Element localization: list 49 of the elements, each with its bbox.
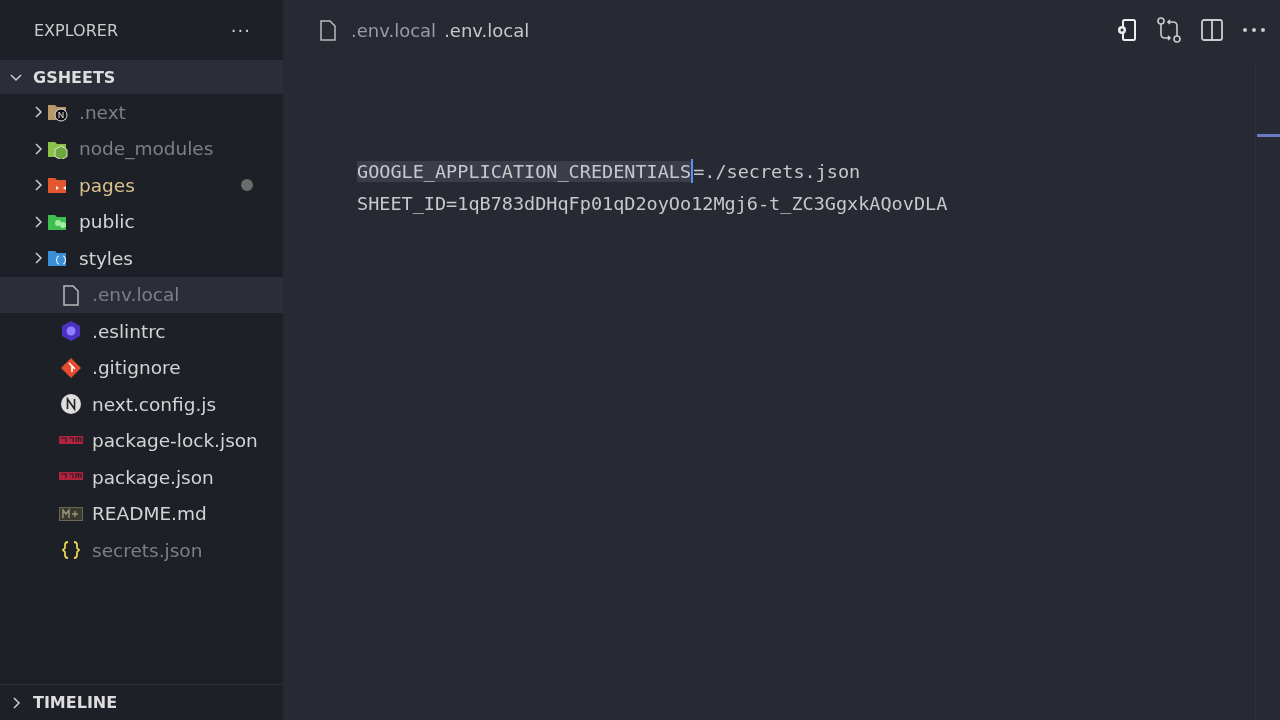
compare-icon[interactable] <box>1156 17 1182 43</box>
file-name: .env.local <box>92 284 180 306</box>
tree-item[interactable]: .gitignore <box>0 349 283 386</box>
panel-title: EXPLORER <box>34 20 118 40</box>
tree-item[interactable]: node_modules <box>0 130 283 167</box>
tree-item[interactable]: pages <box>0 167 283 204</box>
more-icon[interactable] <box>1242 26 1266 34</box>
folder-header[interactable]: GSHEETS <box>0 60 283 94</box>
file-name: secrets.json <box>92 539 203 561</box>
hexagon-icon <box>60 320 82 343</box>
file-icon <box>60 283 82 306</box>
text-cursor <box>691 159 694 183</box>
code-line: SHEET_ID=1qB783dDHqFp01qD2oyOo12Mgj6-t_ZC3GgxkAQovDLA <box>357 191 949 216</box>
tree-item[interactable]: styles <box>0 240 283 277</box>
file-name: package.json <box>92 466 214 488</box>
file-name: README.md <box>92 503 207 525</box>
braces-icon <box>60 539 82 562</box>
minimap-marker <box>1257 134 1280 137</box>
letter-circle-icon <box>60 393 82 416</box>
file-name: node_modules <box>79 138 214 160</box>
folder-icon <box>47 248 69 269</box>
folder-icon <box>47 175 69 196</box>
file-name: .eslintrc <box>92 320 166 342</box>
file-name: .next <box>79 101 126 123</box>
more-button[interactable]: ··· <box>224 18 257 42</box>
tree-item[interactable]: secrets.json <box>0 532 283 569</box>
tree-item[interactable]: next.config.js <box>0 386 283 423</box>
editor-tab[interactable]: .env.local <box>317 18 437 42</box>
tree-item[interactable]: .eslintrc <box>0 313 283 350</box>
tab-description: .env.local <box>444 19 530 41</box>
folder-icon <box>47 102 69 123</box>
file-name: next.config.js <box>92 393 217 415</box>
file-name: .gitignore <box>92 357 181 379</box>
tree-item[interactable]: package.json <box>0 459 283 496</box>
file-name: public <box>79 211 135 233</box>
tree-item[interactable]: README.md <box>0 495 283 532</box>
file-name: styles <box>79 247 133 269</box>
tree-item[interactable]: .next <box>0 94 283 131</box>
file-name: pages <box>79 174 135 196</box>
code-line: GOOGLE_APPLICATION_CREDENTIALS=./secrets.json <box>357 158 862 185</box>
tree-item[interactable]: public <box>0 203 283 240</box>
package-icon <box>59 472 83 483</box>
file-name: package-lock.json <box>92 430 258 452</box>
file-icon <box>317 18 339 42</box>
markdown-icon <box>59 506 83 521</box>
git-icon <box>60 356 82 379</box>
tree-item[interactable]: package-lock.json <box>0 422 283 459</box>
split-editor-icon[interactable] <box>1200 18 1224 42</box>
package-icon <box>59 435 83 446</box>
